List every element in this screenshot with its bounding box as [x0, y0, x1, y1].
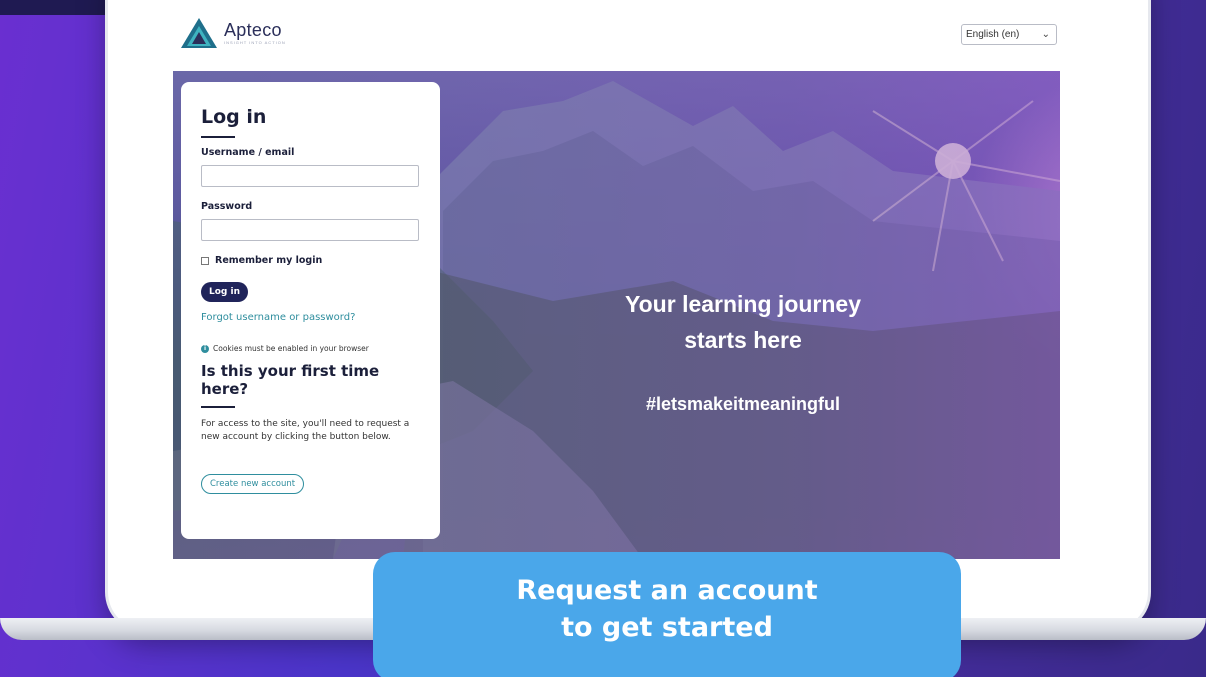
password-label: Password	[201, 201, 253, 212]
language-select[interactable]: English (en) ⌄	[961, 24, 1057, 45]
hero-hashtag: #letsmakeitmeaningful	[645, 394, 841, 414]
cookies-notice: i Cookies must be enabled in your browse…	[201, 344, 420, 353]
cookies-notice-text: Cookies must be enabled in your browser	[213, 344, 369, 353]
first-time-title: Is this your first time here?	[201, 362, 380, 398]
cta-line1: Request an account	[516, 575, 818, 606]
apteco-triangle-icon	[181, 18, 217, 48]
hero-title-line2: starts here	[684, 327, 802, 353]
chevron-down-icon: ⌄	[1041, 29, 1050, 40]
remember-login-row[interactable]: Remember my login	[201, 255, 420, 266]
username-label: Username / email	[201, 147, 295, 158]
password-input[interactable]	[201, 219, 419, 241]
request-account-banner: Request an account to get started	[373, 552, 961, 677]
title-divider	[201, 136, 235, 138]
first-time-text: For access to the site, you'll need to r…	[201, 419, 410, 442]
hero-title: Your learning journey starts here	[593, 286, 893, 358]
first-time-divider	[201, 406, 235, 408]
username-input[interactable]	[201, 165, 419, 187]
remember-login-checkbox[interactable]	[201, 256, 209, 265]
logo-name: Apteco	[224, 20, 282, 40]
login-button[interactable]: Log in	[201, 282, 248, 302]
info-icon: i	[201, 344, 209, 353]
logo-tagline: INSIGHT INTO ACTION	[224, 40, 286, 45]
apteco-logo[interactable]: Apteco INSIGHT INTO ACTION	[180, 17, 286, 49]
hero-title-line1: Your learning journey	[625, 291, 861, 317]
remember-login-label: Remember my login	[215, 255, 323, 266]
cta-line2: to get started	[561, 612, 773, 643]
language-select-value: English (en)	[966, 29, 1020, 40]
login-card: Log in Username / email Password Remembe…	[181, 82, 440, 539]
login-title: Log in	[201, 106, 267, 128]
forgot-password-link[interactable]: Forgot username or password?	[201, 312, 420, 323]
create-account-button[interactable]: Create new account	[201, 474, 305, 494]
